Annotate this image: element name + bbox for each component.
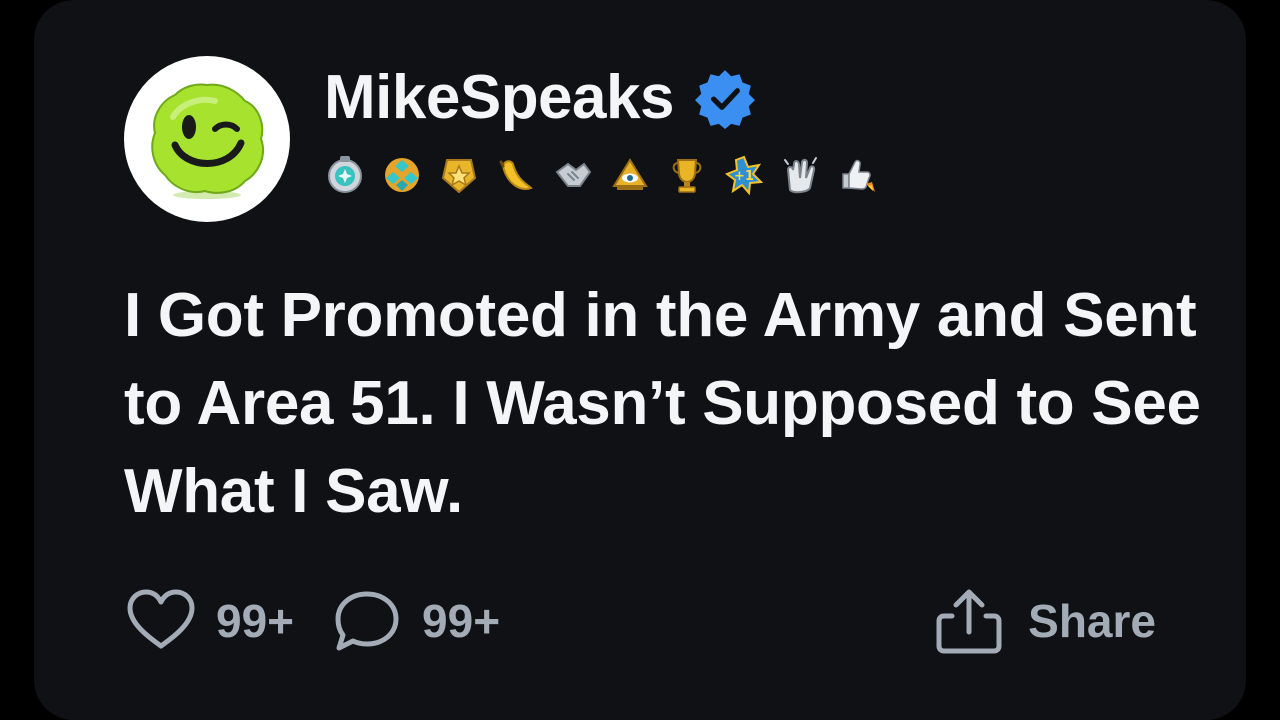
trophy-icon[interactable]: [668, 154, 706, 196]
author-name[interactable]: MikeSpeaks: [324, 60, 675, 136]
medal-icon[interactable]: [326, 154, 364, 196]
banana-icon[interactable]: [497, 154, 535, 196]
post-title: I Got Promoted in the Army and Sent to A…: [124, 281, 1201, 526]
winking-smiley-icon: [151, 83, 264, 199]
pyramid-eye-icon[interactable]: [611, 154, 649, 196]
svg-text:+1: +1: [734, 169, 754, 184]
like-count: 99+: [216, 595, 295, 647]
plus-one-icon[interactable]: +1: [725, 154, 763, 196]
thumbs-up-rocket-icon[interactable]: [839, 154, 877, 196]
comment-button[interactable]: 99+: [332, 588, 500, 654]
verified-badge-icon: [695, 70, 755, 129]
comment-bubble-icon: [335, 591, 399, 651]
gold-star-icon[interactable]: [440, 154, 478, 196]
author-header: MikeSpeaks: [324, 60, 756, 136]
post-card: MikeSpeaks +1 I Got Promoted in the Army…: [34, 0, 1246, 720]
post-actions: 99+ 99+: [126, 588, 538, 654]
badge-row: +1: [326, 154, 877, 196]
heart-icon: [127, 589, 195, 649]
comment-count: 99+: [422, 595, 501, 647]
share-icon: [936, 589, 1002, 654]
avatar[interactable]: [124, 56, 290, 222]
share-label: Share: [1028, 595, 1156, 647]
like-button[interactable]: 99+: [126, 588, 294, 654]
gem-cluster-icon[interactable]: [383, 154, 421, 196]
clapping-hands-icon[interactable]: [782, 154, 820, 196]
share-button[interactable]: Share: [934, 588, 1156, 654]
handshake-icon[interactable]: [554, 154, 592, 196]
